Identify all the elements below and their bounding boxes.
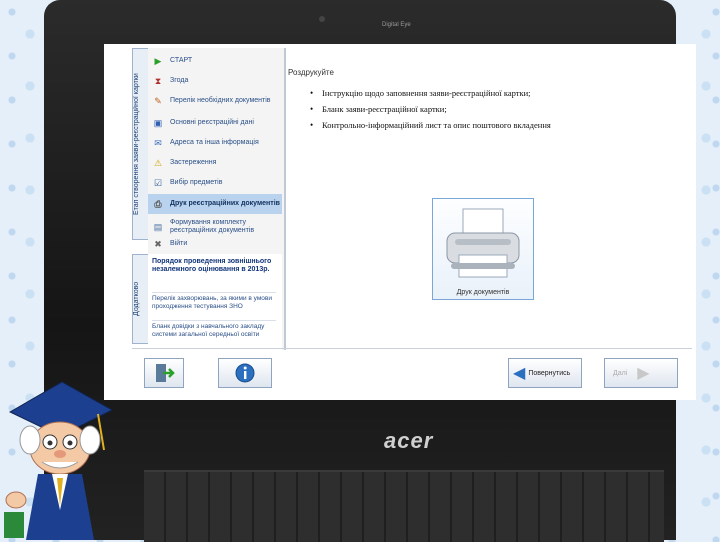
info-button[interactable]: [218, 358, 272, 388]
start-icon: ▶: [154, 56, 162, 66]
sidebar-item-consent[interactable]: ⧗ Згода: [148, 74, 282, 88]
info-panel-title[interactable]: Порядок проведення зовнішнього незалежно…: [152, 258, 272, 274]
arrow-left-icon: ◀: [513, 365, 526, 382]
print-icon: ⎙: [154, 199, 162, 209]
sidebar-item-label: Війти: [170, 240, 188, 247]
exit-door-icon: [156, 364, 175, 382]
sidebar-item-label: Згода: [170, 77, 189, 84]
back-button[interactable]: ◀ Повернутись: [508, 358, 582, 388]
subjects-icon: ☑: [153, 178, 163, 188]
sidebar-item-label: Вибір предметів: [170, 179, 223, 186]
info-link-certificate[interactable]: Бланк довідки з навчального закладу сист…: [152, 320, 276, 338]
sidebar: ▶ СТАРТ ⧗ Згода ✎ Перелік необхідних док…: [148, 48, 286, 350]
sidebar-item-label: Застереження: [170, 159, 217, 166]
warning-icon: ⚠: [153, 158, 163, 168]
divider: [132, 348, 692, 353]
sidebar-item-subjects[interactable]: ☑ Вибір предметів: [148, 176, 282, 190]
print-documents-button[interactable]: Друк документів: [432, 198, 534, 300]
keyboard: [144, 470, 664, 542]
address-icon: ✉: [154, 138, 162, 148]
next-button-label: Далі: [613, 369, 628, 377]
list-item: Бланк заяви-реєстраційної картки;: [310, 104, 551, 114]
sidebar-item-label: СТАРТ: [170, 57, 193, 64]
list-item: Контрольно-інформаційний лист та опис по…: [310, 120, 551, 130]
printer-icon: [446, 208, 520, 278]
instructions-list: Інструкцію щодо заповнення заяви-реєстра…: [310, 88, 551, 136]
sidebar-item-label: Формування комплекту реєстраційних докум…: [170, 219, 255, 234]
sidebar-item-exit[interactable]: ✖ Війти: [148, 238, 282, 250]
sidebar-item-documents[interactable]: ✎ Перелік необхідних документів: [148, 92, 282, 110]
sidebar-item-start[interactable]: ▶ СТАРТ: [148, 54, 282, 68]
application-window: Етап створення заяви-реєстраційної картк…: [104, 44, 696, 400]
webcam: [319, 16, 325, 22]
back-button-label: Повернутись: [528, 369, 571, 377]
info-link-diseases[interactable]: Перелік захворювань, за якими в умови пр…: [152, 292, 276, 310]
sidebar-item-label: Основні реєстраційні дані: [170, 119, 254, 126]
sidebar-item-label: Перелік необхідних документів: [170, 97, 271, 104]
exit-button[interactable]: [144, 358, 184, 388]
sidebar-item-registration[interactable]: ▣ Основні реєстраційні дані: [148, 116, 282, 130]
sidebar-item-print[interactable]: ⎙ Друк реєстраційних документів: [148, 194, 282, 214]
info-icon: [235, 363, 255, 383]
print-button-label: Друк документів: [456, 289, 510, 296]
sidebar-item-warning[interactable]: ⚠ Застереження: [148, 156, 282, 170]
side-tabs: Етап створення заяви-реєстраційної картк…: [132, 48, 150, 348]
sidebar-item-address[interactable]: ✉ Адреса та інша інформація: [148, 136, 282, 150]
laptop-top-label: Digital Eye: [382, 22, 411, 28]
list-item: Інструкцію щодо заповнення заяви-реєстра…: [310, 88, 551, 98]
consent-icon: ⧗: [154, 76, 162, 86]
documents-icon: ✎: [154, 96, 162, 106]
professor-mascot: [4, 381, 114, 540]
registration-icon: ▣: [153, 118, 163, 128]
exit-icon: ✖: [154, 239, 162, 249]
package-icon: ▤: [153, 222, 163, 232]
next-button[interactable]: Далі ▶: [604, 358, 678, 388]
sidebar-item-package[interactable]: ▤ Формування комплекту реєстраційних док…: [148, 218, 282, 236]
sidebar-item-label: Адреса та інша інформація: [170, 139, 259, 146]
acer-logo: acer: [384, 428, 433, 454]
page-title: Роздрукуйте: [288, 68, 334, 77]
sidebar-item-label: Друк реєстраційних документів: [170, 200, 280, 207]
arrow-right-icon: ▶: [637, 365, 650, 382]
brand-text: acer: [384, 428, 434, 453]
info-panel: Порядок проведення зовнішнього незалежно…: [148, 254, 282, 350]
laptop-frame: Digital Eye Етап створення заяви-реєстра…: [44, 0, 696, 542]
